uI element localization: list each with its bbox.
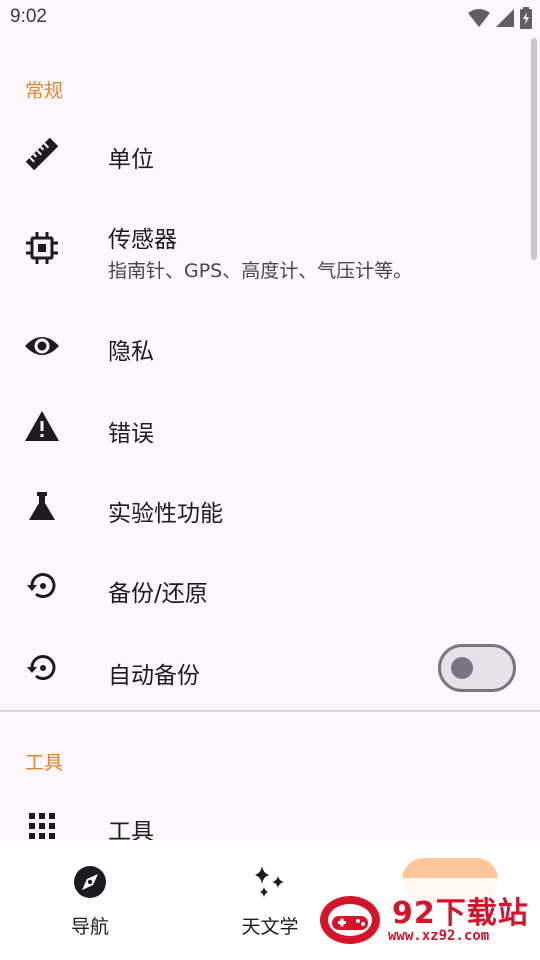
- pref-errors-title: 错误: [108, 421, 154, 447]
- pref-units-title: 单位: [108, 147, 154, 173]
- pref-errors[interactable]: 错误: [0, 388, 540, 468]
- sparkles-icon: [252, 864, 288, 900]
- compass-icon: [72, 864, 108, 900]
- pref-tools-title: 工具: [108, 819, 154, 840]
- grid-icon: [24, 808, 60, 840]
- nav-label-navigation: 导航: [70, 916, 109, 938]
- switch-thumb: [451, 657, 473, 679]
- backup-restore-icon: [24, 568, 60, 604]
- gamepad-logo-icon: [318, 890, 382, 946]
- battery-charging-icon: [520, 7, 532, 29]
- section-header-tools: 工具: [25, 752, 64, 774]
- settings-list[interactable]: 常规 单位 传感器 指南针、GPS、高度计、气压计等。 隐私 错误 实验性功能 …: [0, 38, 540, 840]
- pref-experimental-title: 实验性功能: [108, 501, 223, 527]
- backup-restore-icon: [24, 650, 60, 686]
- cell-signal-icon: [496, 8, 514, 28]
- status-bar: 9:02: [0, 0, 540, 38]
- pref-tools[interactable]: 工具: [0, 786, 540, 840]
- section-divider: [0, 710, 540, 712]
- pref-experimental[interactable]: 实验性功能: [0, 468, 540, 548]
- pref-sensors[interactable]: 传感器 指南针、GPS、高度计、气压计等。: [0, 198, 540, 298]
- wifi-icon: [468, 8, 490, 28]
- status-time: 9:02: [10, 6, 47, 27]
- pref-privacy[interactable]: 隐私: [0, 306, 540, 386]
- pref-backup-restore[interactable]: 备份/还原: [0, 548, 540, 628]
- settings-screen: 9:02 常规 单位 传感器 指南针、GPS、高度计、气压计等。 隐私 错误 实…: [0, 0, 540, 960]
- pref-auto-backup-title: 自动备份: [108, 663, 200, 689]
- ruler-icon: [24, 136, 60, 172]
- chip-icon: [24, 230, 60, 266]
- flask-icon: [24, 488, 60, 524]
- pref-sensors-summary: 指南针、GPS、高度计、气压计等。: [108, 260, 413, 282]
- status-icons: [468, 7, 532, 29]
- pref-privacy-title: 隐私: [108, 339, 154, 365]
- auto-backup-switch[interactable]: [438, 644, 516, 692]
- pref-sensors-title: 传感器: [108, 227, 177, 253]
- pref-auto-backup[interactable]: 自动备份: [0, 628, 540, 708]
- watermark: 92下载站 www.xz92.com: [300, 860, 540, 960]
- eye-icon: [24, 328, 60, 364]
- scrollbar[interactable]: [531, 38, 537, 260]
- watermark-brand: 92下载站: [392, 896, 529, 931]
- pref-backup-restore-title: 备份/还原: [108, 581, 208, 607]
- nav-item-navigation[interactable]: 导航: [0, 840, 180, 960]
- pref-units[interactable]: 单位: [0, 112, 540, 196]
- warning-icon: [24, 408, 60, 444]
- section-header-general: 常规: [25, 80, 64, 102]
- watermark-url: www.xz92.com: [388, 928, 490, 944]
